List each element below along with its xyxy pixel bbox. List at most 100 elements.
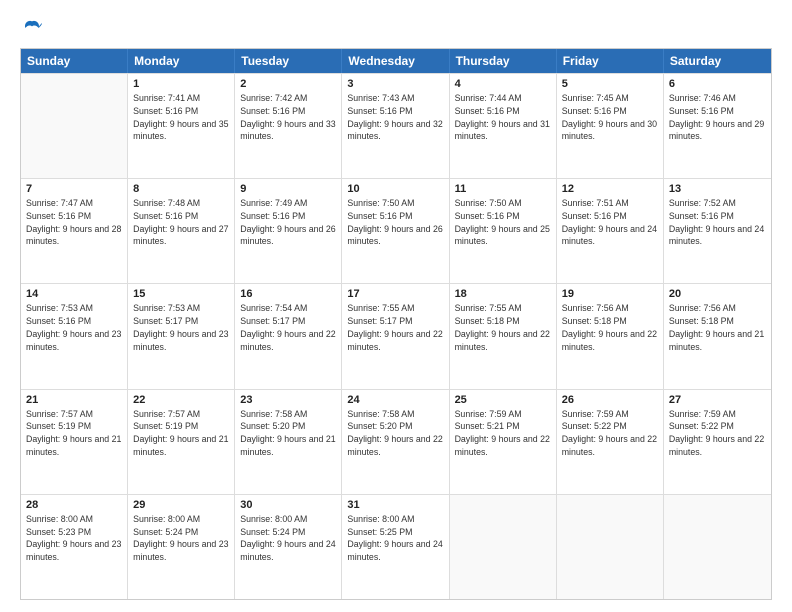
calendar-cell: 6Sunrise: 7:46 AM Sunset: 5:16 PM Daylig… [664,74,771,178]
day-info: Sunrise: 7:57 AM Sunset: 5:19 PM Dayligh… [133,408,229,459]
day-info: Sunrise: 7:59 AM Sunset: 5:21 PM Dayligh… [455,408,551,459]
calendar-cell: 25Sunrise: 7:59 AM Sunset: 5:21 PM Dayli… [450,390,557,494]
day-number: 20 [669,288,766,300]
calendar-cell: 31 Sunrise: 8:00 AM Sunset: 5:25 PM Dayli… [342,495,449,599]
day-info: Sunrise: 7:55 AM Sunset: 5:18 PM Dayligh… [455,302,551,353]
calendar-cell: 22 Sunrise: 7:57 AM Sunset: 5:19 PM Dayli… [128,390,235,494]
day-number: 19 [562,288,658,300]
calendar-cell: 15Sunrise: 7:53 AM Sunset: 5:17 PM Dayli… [128,284,235,388]
day-info: Sunrise: 7:42 AM Sunset: 5:16 PM Dayligh… [240,92,336,143]
day-info: Sunrise: 8:00 AM Sunset: 5:24 PM Dayligh… [133,513,229,564]
calendar-cell: 20 Sunrise: 7:56 AM Sunset: 5:18 PM Dayli… [664,284,771,388]
calendar-grid: SundayMondayTuesdayWednesdayThursdayFrid… [20,48,772,600]
page-header [20,18,772,38]
calendar-cell: 8 Sunrise: 7:48 AM Sunset: 5:16 PM Daylig… [128,179,235,283]
day-info: Sunrise: 7:43 AM Sunset: 5:16 PM Dayligh… [347,92,443,143]
calendar-cell: 2 Sunrise: 7:42 AM Sunset: 5:16 PM Daylig… [235,74,342,178]
day-info: Sunrise: 8:00 AM Sunset: 5:25 PM Dayligh… [347,513,443,564]
calendar-cell: 16 Sunrise: 7:54 AM Sunset: 5:17 PM Dayli… [235,284,342,388]
day-number: 26 [562,394,658,406]
calendar-cell: 28 Sunrise: 8:00 AM Sunset: 5:23 PM Dayli… [21,495,128,599]
day-info: Sunrise: 7:56 AM Sunset: 5:18 PM Dayligh… [669,302,766,353]
day-number: 13 [669,183,766,195]
day-number: 23 [240,394,336,406]
calendar-cell: 23Sunrise: 7:58 AM Sunset: 5:20 PM Dayli… [235,390,342,494]
calendar-header: SundayMondayTuesdayWednesdayThursdayFrid… [21,49,771,73]
day-number: 14 [26,288,122,300]
day-info: Sunrise: 7:59 AM Sunset: 5:22 PM Dayligh… [562,408,658,459]
day-info: Sunrise: 7:48 AM Sunset: 5:16 PM Dayligh… [133,197,229,248]
day-number: 12 [562,183,658,195]
calendar-cell: 11 Sunrise: 7:50 AM Sunset: 5:16 PM Dayli… [450,179,557,283]
day-info: Sunrise: 7:57 AM Sunset: 5:19 PM Dayligh… [26,408,122,459]
day-number: 11 [455,183,551,195]
calendar-body: 1Sunrise: 7:41 AM Sunset: 5:16 PM Daylig… [21,73,771,599]
calendar-cell: 7Sunrise: 7:47 AM Sunset: 5:16 PM Daylig… [21,179,128,283]
calendar-page: SundayMondayTuesdayWednesdayThursdayFrid… [0,0,792,612]
day-info: Sunrise: 7:49 AM Sunset: 5:16 PM Dayligh… [240,197,336,248]
calendar-cell [450,495,557,599]
day-number: 15 [133,288,229,300]
day-number: 31 [347,499,443,511]
header-cell-saturday: Saturday [664,49,771,73]
day-info: Sunrise: 7:47 AM Sunset: 5:16 PM Dayligh… [26,197,122,248]
day-number: 21 [26,394,122,406]
calendar-cell [21,74,128,178]
calendar-cell [557,495,664,599]
calendar-cell: 17 Sunrise: 7:55 AM Sunset: 5:17 PM Dayli… [342,284,449,388]
day-info: Sunrise: 7:59 AM Sunset: 5:22 PM Dayligh… [669,408,766,459]
day-number: 9 [240,183,336,195]
calendar-cell: 19 Sunrise: 7:56 AM Sunset: 5:18 PM Dayli… [557,284,664,388]
calendar-cell: 14 Sunrise: 7:53 AM Sunset: 5:16 PM Dayli… [21,284,128,388]
day-number: 30 [240,499,336,511]
day-number: 17 [347,288,443,300]
logo-bird-icon [22,18,42,38]
day-number: 2 [240,78,336,90]
calendar-cell: 26 Sunrise: 7:59 AM Sunset: 5:22 PM Dayli… [557,390,664,494]
header-cell-sunday: Sunday [21,49,128,73]
day-info: Sunrise: 7:45 AM Sunset: 5:16 PM Dayligh… [562,92,658,143]
day-info: Sunrise: 7:56 AM Sunset: 5:18 PM Dayligh… [562,302,658,353]
header-cell-monday: Monday [128,49,235,73]
day-info: Sunrise: 7:46 AM Sunset: 5:16 PM Dayligh… [669,92,766,143]
calendar-cell: 9 Sunrise: 7:49 AM Sunset: 5:16 PM Daylig… [235,179,342,283]
logo [20,18,42,38]
calendar-cell: 1Sunrise: 7:41 AM Sunset: 5:16 PM Daylig… [128,74,235,178]
day-number: 18 [455,288,551,300]
day-number: 3 [347,78,443,90]
header-cell-tuesday: Tuesday [235,49,342,73]
day-info: Sunrise: 7:58 AM Sunset: 5:20 PM Dayligh… [347,408,443,459]
day-number: 29 [133,499,229,511]
calendar-cell [664,495,771,599]
day-number: 28 [26,499,122,511]
calendar-row-1: 1Sunrise: 7:41 AM Sunset: 5:16 PM Daylig… [21,73,771,178]
calendar-cell: 10 Sunrise: 7:50 AM Sunset: 5:16 PM Dayli… [342,179,449,283]
day-info: Sunrise: 7:52 AM Sunset: 5:16 PM Dayligh… [669,197,766,248]
calendar-cell: 27 Sunrise: 7:59 AM Sunset: 5:22 PM Dayli… [664,390,771,494]
calendar-cell: 18 Sunrise: 7:55 AM Sunset: 5:18 PM Dayli… [450,284,557,388]
day-number: 27 [669,394,766,406]
calendar-cell: 24Sunrise: 7:58 AM Sunset: 5:20 PM Dayli… [342,390,449,494]
calendar-cell: 29 Sunrise: 8:00 AM Sunset: 5:24 PM Dayli… [128,495,235,599]
calendar-cell: 30 Sunrise: 8:00 AM Sunset: 5:24 PM Dayli… [235,495,342,599]
header-cell-wednesday: Wednesday [342,49,449,73]
day-number: 1 [133,78,229,90]
calendar-cell: 21 Sunrise: 7:57 AM Sunset: 5:19 PM Dayli… [21,390,128,494]
calendar-cell: 13 Sunrise: 7:52 AM Sunset: 5:16 PM Dayli… [664,179,771,283]
day-number: 8 [133,183,229,195]
day-number: 22 [133,394,229,406]
calendar-row-5: 28 Sunrise: 8:00 AM Sunset: 5:23 PM Dayli… [21,494,771,599]
calendar-row-4: 21 Sunrise: 7:57 AM Sunset: 5:19 PM Dayli… [21,389,771,494]
day-info: Sunrise: 7:55 AM Sunset: 5:17 PM Dayligh… [347,302,443,353]
day-info: Sunrise: 7:44 AM Sunset: 5:16 PM Dayligh… [455,92,551,143]
day-info: Sunrise: 8:00 AM Sunset: 5:23 PM Dayligh… [26,513,122,564]
day-number: 16 [240,288,336,300]
day-number: 4 [455,78,551,90]
day-info: Sunrise: 7:50 AM Sunset: 5:16 PM Dayligh… [347,197,443,248]
calendar-cell: 3 Sunrise: 7:43 AM Sunset: 5:16 PM Daylig… [342,74,449,178]
day-info: Sunrise: 8:00 AM Sunset: 5:24 PM Dayligh… [240,513,336,564]
day-info: Sunrise: 7:54 AM Sunset: 5:17 PM Dayligh… [240,302,336,353]
day-number: 10 [347,183,443,195]
day-info: Sunrise: 7:53 AM Sunset: 5:16 PM Dayligh… [26,302,122,353]
day-info: Sunrise: 7:50 AM Sunset: 5:16 PM Dayligh… [455,197,551,248]
